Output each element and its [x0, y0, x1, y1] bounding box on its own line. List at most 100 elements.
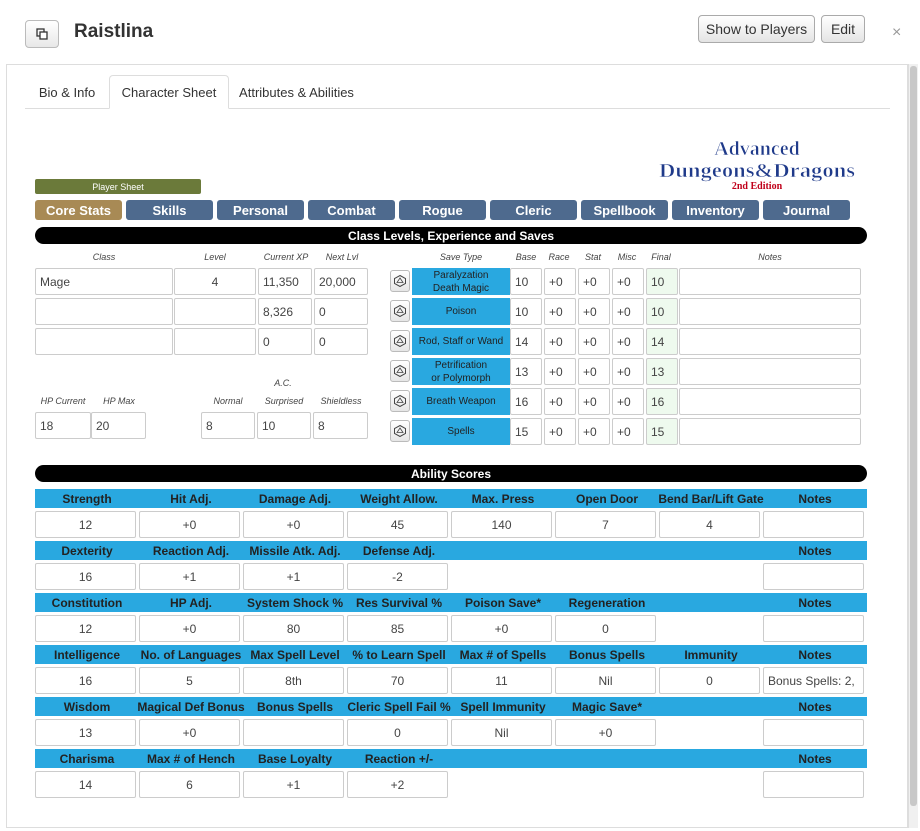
hp-max-field[interactable]: 20 — [91, 412, 146, 439]
edit-button[interactable]: Edit — [821, 15, 865, 43]
save-base-field[interactable]: 13 — [510, 358, 542, 385]
dice-roll-button[interactable] — [390, 360, 410, 382]
save-misc-field[interactable]: +0 — [612, 268, 644, 295]
class-field[interactable] — [35, 328, 173, 355]
save-base-field[interactable]: 15 — [510, 418, 542, 445]
ac-surprised-field[interactable]: 10 — [257, 412, 311, 439]
save-misc-field[interactable]: +0 — [612, 388, 644, 415]
class-field[interactable]: Mage — [35, 268, 173, 295]
current-xp-field[interactable]: 11,350 — [258, 268, 312, 295]
next-lvl-field[interactable]: 0 — [314, 328, 368, 355]
ability-value-field[interactable]: 14 — [35, 771, 136, 798]
ability-value-field[interactable]: 12 — [35, 511, 136, 538]
save-race-field[interactable]: +0 — [544, 328, 576, 355]
save-race-field[interactable]: +0 — [544, 418, 576, 445]
level-field[interactable] — [174, 298, 256, 325]
ability-value-field[interactable]: +1 — [139, 563, 240, 590]
close-icon[interactable]: × — [892, 24, 901, 42]
ability-value-field[interactable]: 11 — [451, 667, 552, 694]
ability-value-field[interactable]: +0 — [243, 511, 344, 538]
save-base-field[interactable]: 10 — [510, 298, 542, 325]
ability-value-field[interactable]: +1 — [243, 771, 344, 798]
ability-value-field[interactable]: +0 — [451, 615, 552, 642]
ability-value-field[interactable]: +0 — [139, 511, 240, 538]
nav-journal[interactable]: Journal — [763, 200, 850, 220]
next-lvl-field[interactable]: 0 — [314, 298, 368, 325]
ability-value-field[interactable]: 13 — [35, 719, 136, 746]
ability-value-field[interactable]: 16 — [35, 667, 136, 694]
save-notes-field[interactable] — [679, 388, 861, 415]
ability-value-field[interactable]: -2 — [347, 563, 448, 590]
ability-notes-field[interactable]: Bonus Spells: 2, — [763, 667, 864, 694]
nav-spellbook[interactable]: Spellbook — [581, 200, 668, 220]
nav-rogue[interactable]: Rogue — [399, 200, 486, 220]
dice-roll-button[interactable] — [390, 420, 410, 442]
save-race-field[interactable]: +0 — [544, 298, 576, 325]
current-xp-field[interactable]: 8,326 — [258, 298, 312, 325]
save-race-field[interactable]: +0 — [544, 358, 576, 385]
save-misc-field[interactable]: +0 — [612, 298, 644, 325]
nav-inventory[interactable]: Inventory — [672, 200, 759, 220]
save-base-field[interactable]: 14 — [510, 328, 542, 355]
save-notes-field[interactable] — [679, 298, 861, 325]
save-misc-field[interactable]: +0 — [612, 358, 644, 385]
ability-value-field[interactable]: 80 — [243, 615, 344, 642]
ability-notes-field[interactable] — [763, 719, 864, 746]
save-stat-field[interactable]: +0 — [578, 268, 610, 295]
nav-skills[interactable]: Skills — [126, 200, 213, 220]
ability-value-field[interactable]: 12 — [35, 615, 136, 642]
ability-value-field[interactable]: Nil — [555, 667, 656, 694]
ability-value-field[interactable]: 45 — [347, 511, 448, 538]
ability-value-field[interactable]: 0 — [659, 667, 760, 694]
ability-value-field[interactable] — [243, 719, 344, 746]
ability-value-field[interactable]: +2 — [347, 771, 448, 798]
scrollbar-thumb[interactable] — [910, 66, 917, 806]
ability-value-field[interactable]: 85 — [347, 615, 448, 642]
ability-value-field[interactable]: 0 — [347, 719, 448, 746]
dice-roll-button[interactable] — [390, 330, 410, 352]
save-notes-field[interactable] — [679, 268, 861, 295]
ability-value-field[interactable]: +0 — [139, 719, 240, 746]
ac-shieldless-field[interactable]: 8 — [313, 412, 368, 439]
ability-value-field[interactable]: 140 — [451, 511, 552, 538]
ability-value-field[interactable]: 0 — [555, 615, 656, 642]
dice-roll-button[interactable] — [390, 390, 410, 412]
ability-value-field[interactable]: 8th — [243, 667, 344, 694]
ability-notes-field[interactable] — [763, 771, 864, 798]
save-base-field[interactable]: 16 — [510, 388, 542, 415]
ability-value-field[interactable]: 16 — [35, 563, 136, 590]
ability-value-field[interactable]: +1 — [243, 563, 344, 590]
ability-notes-field[interactable] — [763, 511, 864, 538]
next-lvl-field[interactable]: 20,000 — [314, 268, 368, 295]
tab-bio-info[interactable]: Bio & Info — [25, 75, 109, 109]
level-field[interactable]: 4 — [174, 268, 256, 295]
level-field[interactable] — [174, 328, 256, 355]
dice-roll-button[interactable] — [390, 270, 410, 292]
ability-value-field[interactable]: +0 — [555, 719, 656, 746]
tab-attributes-abilities[interactable]: Attributes & Abilities — [229, 75, 364, 109]
ability-value-field[interactable]: 7 — [555, 511, 656, 538]
save-base-field[interactable]: 10 — [510, 268, 542, 295]
ability-notes-field[interactable] — [763, 615, 864, 642]
ability-value-field[interactable]: 4 — [659, 511, 760, 538]
nav-core-stats[interactable]: Core Stats — [35, 200, 122, 220]
ability-value-field[interactable]: 70 — [347, 667, 448, 694]
ability-notes-field[interactable] — [763, 563, 864, 590]
save-race-field[interactable]: +0 — [544, 268, 576, 295]
hp-current-field[interactable]: 18 — [35, 412, 91, 439]
save-race-field[interactable]: +0 — [544, 388, 576, 415]
nav-combat[interactable]: Combat — [308, 200, 395, 220]
save-stat-field[interactable]: +0 — [578, 328, 610, 355]
class-field[interactable] — [35, 298, 173, 325]
dice-roll-button[interactable] — [390, 300, 410, 322]
save-notes-field[interactable] — [679, 358, 861, 385]
ability-value-field[interactable]: +0 — [139, 615, 240, 642]
save-misc-field[interactable]: +0 — [612, 328, 644, 355]
save-stat-field[interactable]: +0 — [578, 358, 610, 385]
save-stat-field[interactable]: +0 — [578, 388, 610, 415]
current-xp-field[interactable]: 0 — [258, 328, 312, 355]
save-stat-field[interactable]: +0 — [578, 298, 610, 325]
save-stat-field[interactable]: +0 — [578, 418, 610, 445]
show-to-players-button[interactable]: Show to Players — [698, 15, 815, 43]
nav-cleric[interactable]: Cleric — [490, 200, 577, 220]
